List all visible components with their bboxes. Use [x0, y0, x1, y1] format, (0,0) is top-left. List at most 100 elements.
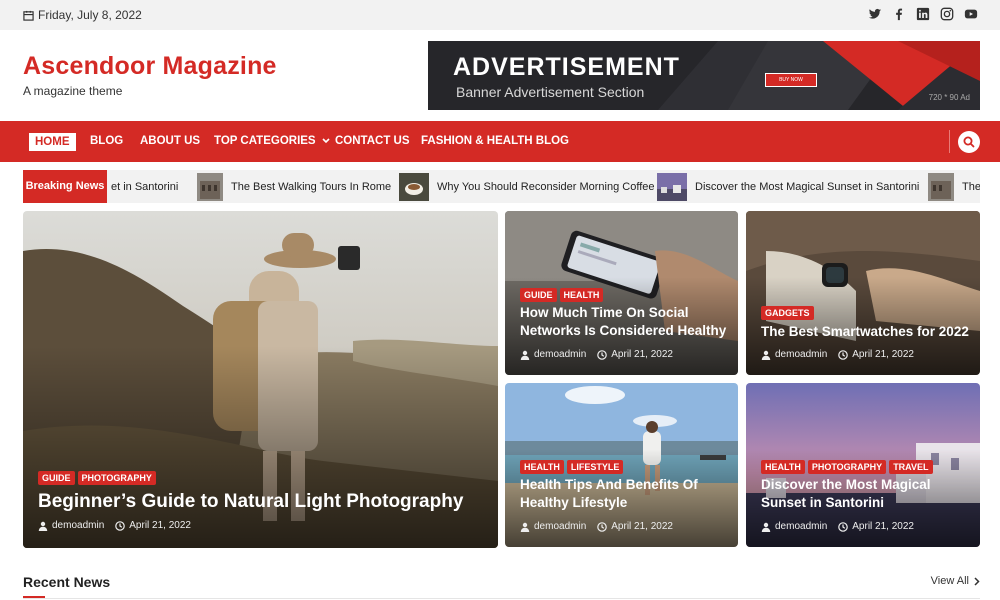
nav-divider — [949, 130, 950, 153]
card-meta: demoadmin April 21, 2022 — [38, 520, 197, 531]
ticker-thumbnail — [399, 172, 429, 201]
site-tagline: A magazine theme — [23, 84, 123, 98]
ticker-item-text: et in Santorini — [111, 180, 179, 193]
ticker-item[interactable]: et in Santorini — [111, 170, 178, 203]
nav-item-contact-us[interactable]: CONTACT US — [335, 135, 410, 147]
view-all-label: View All — [930, 575, 969, 587]
ad-size-label: 720 * 90 Ad — [928, 93, 970, 102]
chevron-right-icon — [974, 576, 980, 586]
card-author[interactable]: demoadmin — [775, 349, 827, 360]
card-author[interactable]: demoadmin — [534, 521, 586, 532]
category-tag[interactable]: GUIDE — [38, 471, 75, 485]
nav-item-top-categories[interactable]: TOP CATEGORIES — [214, 135, 330, 147]
linkedin-icon[interactable] — [916, 7, 930, 21]
ticker-thumbnail — [657, 172, 687, 201]
card-gradient-overlay — [23, 345, 498, 548]
ad-buy-now-button[interactable]: BUY NOW — [765, 73, 817, 87]
category-tag[interactable]: GUIDE — [520, 288, 557, 302]
featured-main-card[interactable]: GUIDE PHOTOGRAPHY Beginner’s Guide to Na… — [23, 211, 498, 548]
user-icon — [38, 521, 48, 531]
category-tag[interactable]: TRAVEL — [889, 460, 933, 474]
card-title[interactable]: How Much Time On Social Networks Is Cons… — [520, 304, 730, 339]
section-title-recent-news: Recent News — [23, 574, 111, 590]
ticker-item-text: Discover the Most Magical Sunset in Sant… — [695, 180, 920, 193]
card-author[interactable]: demoadmin — [775, 521, 827, 532]
calendar-icon — [23, 10, 34, 21]
ticker-item-text: The Best Walking Tours In Rome — [231, 180, 392, 193]
card-date[interactable]: April 21, 2022 — [611, 349, 673, 360]
nav-item-label: FASHION & HEALTH BLOG — [421, 135, 570, 147]
ticker-item-text: Why You Should Reconsider Morning Coffee — [437, 180, 655, 193]
card-date[interactable]: April 21, 2022 — [129, 520, 191, 531]
clock-icon — [597, 349, 608, 360]
card-meta: demoadmin April 21, 2022 — [520, 349, 679, 360]
ticker-thumbnail — [197, 172, 223, 201]
clock-icon — [838, 521, 849, 532]
instagram-icon[interactable] — [940, 7, 954, 21]
chevron-down-icon — [322, 138, 330, 144]
category-tag[interactable]: HEALTH — [559, 288, 604, 302]
ticker-item-text: The — [962, 180, 980, 193]
view-all-link[interactable]: View All — [931, 575, 980, 587]
ticker-item[interactable]: Why You Should Reconsider Morning Coffee — [399, 170, 655, 203]
ticker-item[interactable]: The — [928, 170, 980, 203]
breaking-news-ticker: Breaking News et in Santorini The Best W… — [23, 170, 980, 203]
category-tags: HEALTH PHOTOGRAPHY TRAVEL — [761, 460, 933, 474]
card-date[interactable]: April 21, 2022 — [852, 521, 914, 532]
category-tag[interactable]: HEALTH — [761, 460, 805, 474]
user-icon — [761, 522, 771, 532]
nav-item-about-us[interactable]: ABOUT US — [140, 135, 200, 147]
nav-item-blog[interactable]: BLOG — [90, 135, 123, 147]
youtube-icon[interactable] — [964, 7, 978, 21]
featured-grid-card[interactable]: HEALTH LIFESTYLE Health Tips And Benefit… — [505, 383, 738, 547]
section-title-underline — [23, 596, 45, 598]
card-meta: demoadmin April 21, 2022 — [761, 349, 920, 360]
date-display: Friday, July 8, 2022 — [23, 8, 142, 22]
card-title[interactable]: Beginner’s Guide to Natural Light Photog… — [38, 490, 478, 515]
user-icon — [520, 350, 530, 360]
ticker-item[interactable]: Discover the Most Magical Sunset in Sant… — [657, 170, 919, 203]
date-text: Friday, July 8, 2022 — [38, 8, 142, 22]
card-meta: demoadmin April 21, 2022 — [761, 521, 920, 532]
card-title[interactable]: Health Tips And Benefits Of Healthy Life… — [520, 476, 730, 511]
ad-title: ADVERTISEMENT — [453, 53, 680, 81]
nav-item-label: ABOUT US — [140, 135, 201, 147]
twitter-icon[interactable] — [868, 7, 882, 21]
card-title[interactable]: Discover the Most Magical Sunset in Sant… — [761, 476, 971, 511]
category-tags: HEALTH LIFESTYLE — [520, 460, 624, 474]
user-icon — [520, 522, 530, 532]
nav-item-label: TOP CATEGORIES — [214, 135, 316, 147]
card-author[interactable]: demoadmin — [52, 520, 104, 531]
featured-grid-card[interactable]: GADGETS The Best Smartwatches for 2022 d… — [746, 211, 980, 375]
category-tag[interactable]: HEALTH — [520, 460, 564, 474]
card-date[interactable]: April 21, 2022 — [852, 349, 914, 360]
ticker-thumbnail — [928, 172, 954, 201]
nav-item-fashion-health-blog[interactable]: FASHION & HEALTH BLOG — [421, 135, 569, 147]
facebook-icon[interactable] — [892, 7, 906, 21]
ad-subtitle: Banner Advertisement Section — [456, 84, 645, 100]
nav-item-home[interactable]: HOME — [29, 133, 76, 151]
category-tag[interactable]: GADGETS — [761, 306, 814, 320]
site-title[interactable]: Ascendoor Magazine — [23, 52, 277, 81]
clock-icon — [597, 521, 608, 532]
social-links — [868, 7, 978, 21]
category-tag[interactable]: PHOTOGRAPHY — [77, 471, 156, 485]
category-tags: GADGETS — [761, 306, 814, 320]
user-icon — [761, 350, 771, 360]
search-icon[interactable] — [958, 131, 980, 153]
card-date[interactable]: April 21, 2022 — [611, 521, 673, 532]
clock-icon — [115, 520, 126, 531]
advertisement-banner[interactable]: ADVERTISEMENT Banner Advertisement Secti… — [428, 41, 980, 110]
category-tags: GUIDE HEALTH — [520, 288, 604, 302]
section-divider — [23, 598, 980, 599]
ticker-item[interactable]: The Best Walking Tours In Rome — [197, 170, 391, 203]
category-tag[interactable]: PHOTOGRAPHY — [807, 460, 887, 474]
card-meta: demoadmin April 21, 2022 — [520, 521, 679, 532]
category-tag[interactable]: LIFESTYLE — [566, 460, 624, 474]
nav-item-label: BLOG — [90, 135, 124, 147]
featured-grid-card[interactable]: HEALTH PHOTOGRAPHY TRAVEL Discover the M… — [746, 383, 980, 547]
featured-grid-card[interactable]: GUIDE HEALTH How Much Time On Social Net… — [505, 211, 738, 375]
main-nav: HOME BLOG ABOUT US TOP CATEGORIES CONTAC… — [0, 121, 1000, 162]
card-author[interactable]: demoadmin — [534, 349, 586, 360]
card-title[interactable]: The Best Smartwatches for 2022 — [761, 323, 976, 341]
